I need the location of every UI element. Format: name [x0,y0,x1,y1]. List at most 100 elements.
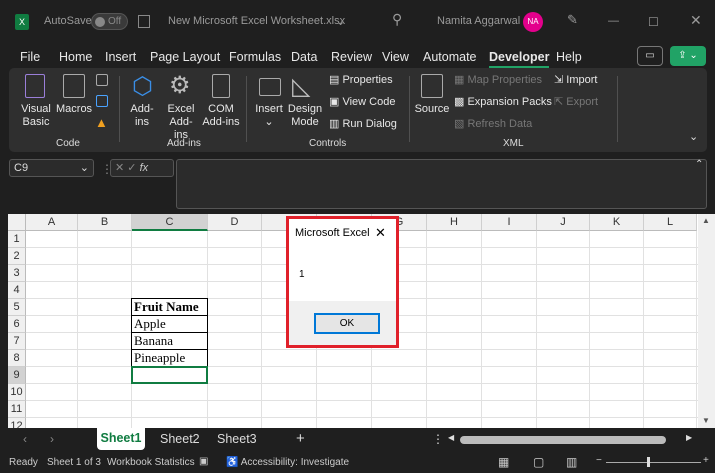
com-addins-button[interactable]: COM Add-ins [202,103,240,129]
dialog-title: Microsoft Excel [295,227,370,239]
tab-formulas[interactable]: Formulas [229,50,281,64]
file-name[interactable]: New Microsoft Excel Worksheet.xlsx [168,15,345,27]
refresh-data-button[interactable]: ▧ Refresh Data [454,118,532,131]
select-all-button[interactable] [8,214,26,231]
more-options-icon[interactable]: ⋮ [432,432,444,446]
row-header-11[interactable]: 11 [8,401,26,418]
macros-button[interactable]: Macros [56,103,92,116]
collapse-formula-bar-icon[interactable]: ⌃ [695,159,703,170]
autosave-toggle[interactable]: Off [91,13,128,30]
column-header-D[interactable]: D [208,214,262,231]
row-header-12[interactable]: 12 [8,418,26,428]
cell-C6[interactable]: Apple [131,315,208,333]
page-layout-view-icon[interactable]: ▢ [533,455,544,469]
import-button[interactable]: ⇲ Import [554,74,597,87]
row-header-3[interactable]: 3 [8,265,26,282]
column-header-B[interactable]: B [78,214,132,231]
collapse-ribbon-icon[interactable]: ⌄ [689,130,698,143]
row-header-4[interactable]: 4 [8,282,26,299]
row-header-5[interactable]: 5 [8,299,26,316]
pen-icon[interactable]: ✎ [567,12,578,28]
expansion-packs-button[interactable]: ▩ Expansion Packs [454,96,552,109]
formula-input[interactable] [176,159,707,209]
sheet-tab-sheet3[interactable]: Sheet3 [217,432,257,446]
tab-file[interactable]: File [20,50,40,64]
chevron-down-icon[interactable]: ⌄ [336,15,345,28]
search-icon[interactable]: ⚲ [392,11,402,28]
cancel-icon[interactable]: ✕ [115,162,124,174]
view-code-button[interactable]: ▣ View Code [329,96,395,109]
minimize-icon[interactable]: — [608,15,619,27]
normal-view-icon[interactable]: ▦ [498,455,509,469]
row-header-1[interactable]: 1 [8,231,26,248]
tab-insert[interactable]: Insert [105,50,136,64]
zoom-slider[interactable]: − + [596,455,711,468]
column-header-A[interactable]: A [26,214,78,231]
column-header-H[interactable]: H [427,214,482,231]
column-header-L[interactable]: L [644,214,697,231]
tab-page-layout[interactable]: Page Layout [150,50,220,64]
tab-review[interactable]: Review [331,50,372,64]
column-header-I[interactable]: I [482,214,537,231]
save-icon[interactable] [138,15,150,28]
map-properties-button[interactable]: ▦ Map Properties [454,74,542,87]
workbook-statistics[interactable]: Workbook Statistics [107,457,195,468]
row-header-10[interactable]: 10 [8,384,26,401]
tab-home[interactable]: Home [59,50,92,64]
share-button[interactable]: ⇪ ⌄ [670,46,706,66]
macro-security-icon[interactable]: ▲ [95,115,108,130]
ok-button[interactable]: OK [314,313,380,334]
name-box[interactable]: C9 ⌄ [9,159,94,177]
row-header-7[interactable]: 7 [8,333,26,350]
accessibility-status[interactable]: ♿ Accessibility: Investigate [226,457,349,468]
maximize-icon[interactable]: ☐ [648,15,659,29]
row-header-9[interactable]: 9 [8,367,26,384]
tab-help[interactable]: Help [556,50,582,64]
prev-sheet-icon[interactable]: ‹ [23,432,27,446]
properties-button[interactable]: ▤ Properties [329,74,393,87]
run-dialog-button[interactable]: ▥ Run Dialog [329,118,397,131]
record-macro-icon[interactable] [96,74,108,86]
group-code-label: Code [56,138,80,149]
selected-cell-C9[interactable] [131,366,208,384]
row-header-6[interactable]: 6 [8,316,26,333]
status-ready: Ready [9,457,38,468]
comments-button[interactable]: ▭ [637,46,663,66]
visual-basic-button[interactable]: Visual Basic [17,103,55,129]
source-button[interactable]: Source [413,103,451,116]
sheet-tab-sheet1[interactable]: Sheet1 [97,428,145,450]
cell-C7[interactable]: Banana [131,332,208,350]
cell-C5[interactable]: Fruit Name [131,298,208,316]
column-header-J[interactable]: J [537,214,590,231]
export-button[interactable]: ⇱ Export [554,96,598,109]
row-header-2[interactable]: 2 [8,248,26,265]
sheet-tab-sheet2[interactable]: Sheet2 [160,432,200,446]
tab-developer[interactable]: Developer [489,50,550,68]
relative-references-icon[interactable] [96,95,108,107]
ribbon: Visual Basic Macros ▲ Code ⬡ Add-ins ⚙ E… [9,68,707,152]
horizontal-scrollbar[interactable]: ◀ ▶ [448,433,696,445]
tab-data[interactable]: Data [291,50,317,64]
dialog-close-icon[interactable]: ✕ [375,225,386,241]
design-mode-button[interactable]: Design Mode [287,103,323,129]
next-sheet-icon[interactable]: › [50,432,54,446]
row-header-8[interactable]: 8 [8,350,26,367]
macro-recording-icon[interactable]: ▣ [199,456,208,467]
addins-button[interactable]: Add-ins [126,103,158,129]
excel-addins-button[interactable]: Excel Add-ins [163,103,199,142]
tab-automate[interactable]: Automate [423,50,477,64]
vertical-scrollbar[interactable]: ▲ ▼ [698,214,715,428]
close-icon[interactable]: ✕ [690,12,702,29]
avatar[interactable]: NA [523,12,543,32]
column-header-C[interactable]: C [132,214,208,231]
column-header-K[interactable]: K [590,214,644,231]
tab-view[interactable]: View [382,50,409,64]
insert-function-icon[interactable]: fx [140,162,149,174]
com-addins-icon [212,74,230,98]
insert-control-button[interactable]: Insert ⌄ [252,103,286,129]
page-break-view-icon[interactable]: ▥ [566,455,577,469]
cell-C8[interactable]: Pineapple [131,349,208,367]
add-sheet-icon[interactable]: + [296,430,305,447]
gear-icon: ⚙ [169,72,191,99]
enter-icon[interactable]: ✓ [127,162,136,174]
